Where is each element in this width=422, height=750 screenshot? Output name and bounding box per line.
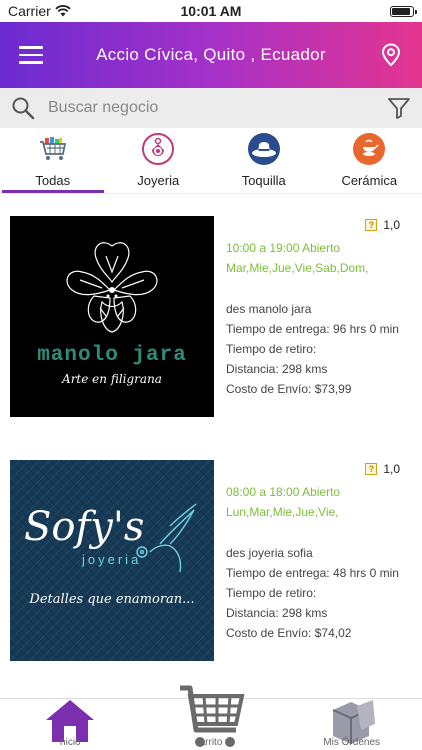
tab-joyeria[interactable]: Joyeria: [106, 128, 212, 193]
magnifier-icon[interactable]: [8, 93, 38, 123]
store-hours: 10:00 a 19:00 Abierto: [226, 241, 341, 255]
store-info: 10:00 a 19:00 Abierto Mar,Mie,Jue,Vie,Sa…: [226, 238, 416, 399]
tab-label: arrito: [199, 737, 223, 748]
store-logo[interactable]: manolo jara Arte en filigrana: [10, 216, 214, 417]
tab-label: Toquilla: [241, 173, 286, 188]
location-title[interactable]: Accio Cívica, Quito , Ecuador: [62, 45, 360, 65]
store-list[interactable]: manolo jara Arte en filigrana ? 1,0 10:0…: [0, 194, 422, 698]
tab-label: Todas: [35, 173, 71, 188]
carrier-info: Carrier: [8, 3, 71, 19]
carrier-label: Carrier: [8, 3, 51, 19]
store-days: Lun,Mar,Mie,Jue,Vie,: [226, 505, 339, 519]
store-logo[interactable]: Sofy's joyeria Detalles que enamoran...: [10, 460, 214, 661]
store-description: des manolo jara: [226, 302, 312, 316]
logo-tagline: Detalles que enamoran...: [29, 592, 195, 607]
tab-label: Cerámica: [341, 173, 398, 188]
rating-value: 1,0: [383, 218, 400, 232]
store-card[interactable]: Sofy's joyeria Detalles que enamoran... …: [0, 448, 422, 661]
tab-todas[interactable]: Todas: [0, 128, 106, 193]
tab-label: Mis Órdenes: [323, 737, 381, 748]
tab-ceramica[interactable]: Cerámica: [317, 128, 422, 193]
distance: Distancia: 298 kms: [226, 362, 328, 376]
funnel-filter-icon[interactable]: [384, 93, 414, 123]
category-tabs: Todas Joyeria Toquilla Cerámica: [0, 128, 422, 194]
tab-toquilla[interactable]: Toquilla: [211, 128, 317, 193]
logo-brand-text: manolo jara: [37, 344, 187, 367]
shopping-cart-icon: [37, 133, 69, 165]
shipping-cost: Costo de Envío: $74,02: [226, 626, 352, 640]
logo-brand-text: Sofy's: [24, 504, 145, 550]
store-days: Mar,Mie,Jue,Vie,Sab,Dom,: [226, 261, 369, 275]
rating-value: 1,0: [383, 462, 400, 476]
status-bar: Carrier 10:01 AM: [0, 0, 422, 22]
tab-label: Joyeria: [137, 173, 180, 188]
distance: Distancia: 298 kms: [226, 606, 328, 620]
hamburger-menu-icon[interactable]: [0, 22, 62, 88]
battery-level: [392, 7, 410, 15]
tab-inicio[interactable]: nicio: [0, 699, 141, 750]
delivery-time: Tiempo de entrega: 48 hrs 0 min: [226, 566, 399, 580]
store-card[interactable]: manolo jara Arte en filigrana ? 1,0 10:0…: [0, 204, 422, 417]
search-bar: [0, 88, 422, 128]
rating-icon: ?: [365, 219, 378, 231]
app-header: Accio Cívica, Quito , Ecuador: [0, 22, 422, 88]
store-rating: ? 1,0: [365, 218, 400, 232]
store-description: des joyeria sofia: [226, 546, 313, 560]
tab-carrito[interactable]: arrito: [141, 685, 282, 750]
shipping-cost: Costo de Envío: $73,99: [226, 382, 352, 396]
search-input[interactable]: [48, 99, 384, 117]
battery-icon: [390, 5, 417, 17]
logo-subtext: joyeria: [82, 552, 142, 567]
store-rating: ? 1,0: [365, 462, 400, 476]
jewelry-icon: [142, 133, 175, 165]
hat-icon: [247, 133, 280, 165]
pickup-time: Tiempo de retiro:: [226, 586, 317, 600]
location-pin-icon[interactable]: [360, 22, 422, 88]
wifi-icon: [55, 5, 71, 17]
pickup-time: Tiempo de retiro:: [226, 342, 317, 356]
logo-tagline: Arte en filigrana: [62, 372, 162, 386]
tab-mis-ordenes[interactable]: Mis Órdenes: [281, 699, 422, 750]
ceramic-icon: [353, 133, 386, 165]
store-info: 08:00 a 18:00 Abierto Lun,Mar,Mie,Jue,Vi…: [226, 482, 416, 643]
orchid-logo-icon: [66, 242, 158, 333]
delivery-time: Tiempo de entrega: 96 hrs 0 min: [226, 322, 399, 336]
store-hours: 08:00 a 18:00 Abierto: [226, 485, 341, 499]
rating-icon: ?: [365, 463, 378, 475]
tab-label: nicio: [60, 737, 81, 748]
bottom-tab-bar: nicio arrito Mis Órdenes: [0, 685, 422, 750]
